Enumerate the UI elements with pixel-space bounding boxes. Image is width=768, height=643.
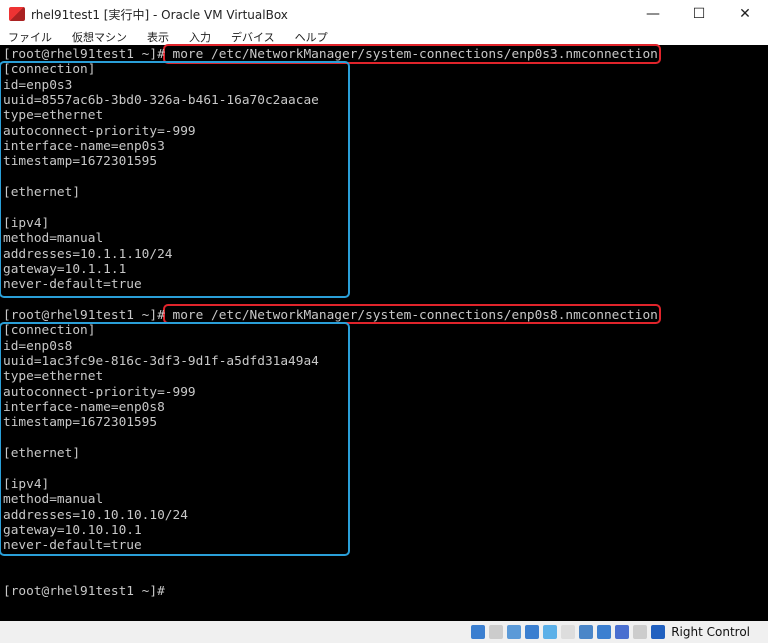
terminal-line: addresses=10.1.1.10/24 [3,246,173,262]
terminal-line: id=enp0s8 [3,338,73,354]
audio-icon[interactable] [507,625,522,639]
network-icon[interactable] [525,625,540,639]
terminal-line: gateway=10.1.1.1 [3,261,127,277]
terminal-line: never-default=true [3,277,142,293]
optical-drive-icon[interactable] [489,625,504,639]
terminal-line: never-default=true [3,538,142,554]
status-bar: Right Control [0,621,768,643]
menu-devices[interactable]: デバイス [231,29,275,45]
display-icon[interactable] [579,625,594,639]
virtualbox-icon [9,7,25,21]
terminal-line: interface-name=enp0s3 [3,139,165,155]
menu-bar: ファイル 仮想マシン 表示 入力 デバイス ヘルプ [0,28,768,45]
terminal-line: addresses=10.10.10.10/24 [3,507,188,523]
shell-prompt-line: [root@rhel91test1 ~]# more /etc/NetworkM… [3,47,658,62]
vm-console[interactable]: [root@rhel91test1 ~]# more /etc/NetworkM… [0,44,768,621]
virtualization-icon[interactable] [615,625,630,639]
menu-input[interactable]: 入力 [189,29,211,45]
terminal-line: [ipv4] [3,215,50,231]
terminal-line: id=enp0s3 [3,77,73,93]
maximize-button[interactable]: ☐ [676,0,722,28]
usb-icon[interactable] [543,625,558,639]
close-button[interactable]: ✕ [722,0,768,28]
terminal-line: uuid=8557ac6b-3bd0-326a-b461-16a70c2aaca… [3,93,319,109]
terminal-line: [ipv4] [3,476,50,492]
video-capture-icon[interactable] [597,625,612,639]
terminal-line: autoconnect-priority=-999 [3,384,196,400]
terminal-line: timestamp=1672301595 [3,415,158,431]
menu-help[interactable]: ヘルプ [295,29,328,45]
menu-view[interactable]: 表示 [147,29,169,45]
shell-prompt-line: [root@rhel91test1 ~]# more /etc/NetworkM… [3,307,658,323]
terminal-line: timestamp=1672301595 [3,154,158,170]
menu-file[interactable]: ファイル [8,29,52,45]
terminal-line: uuid=1ac3fc9e-816c-3df3-9d1f-a5dfd31a49a… [3,354,319,369]
shared-folders-icon[interactable] [561,625,576,639]
terminal-line: gateway=10.10.10.1 [3,522,142,538]
keyboard-icon[interactable] [651,625,666,639]
terminal-line: method=manual [3,492,104,508]
terminal-line: type=ethernet [3,369,104,385]
minimize-button[interactable]: — [630,0,676,28]
host-key-label: Right Control [671,625,750,639]
terminal-line: interface-name=enp0s8 [3,400,165,416]
mouse-integration-icon[interactable] [633,625,648,639]
title-bar: rhel91test1 [実行中] - Oracle VM VirtualBox… [0,0,768,28]
shell-prompt-line: [root@rhel91test1 ~]# [3,584,173,600]
hard-disk-icon[interactable] [471,625,486,639]
menu-machine[interactable]: 仮想マシン [72,29,127,45]
terminal-line: method=manual [3,231,104,247]
terminal-line: [connection] [3,62,96,78]
window-title: rhel91test1 [実行中] - Oracle VM VirtualBox [31,7,288,22]
terminal-line: [connection] [3,323,96,339]
terminal-line: type=ethernet [3,108,104,124]
terminal-line: [ethernet] [3,185,81,201]
terminal-line: [ethernet] [3,446,81,462]
terminal-line: autoconnect-priority=-999 [3,123,196,139]
